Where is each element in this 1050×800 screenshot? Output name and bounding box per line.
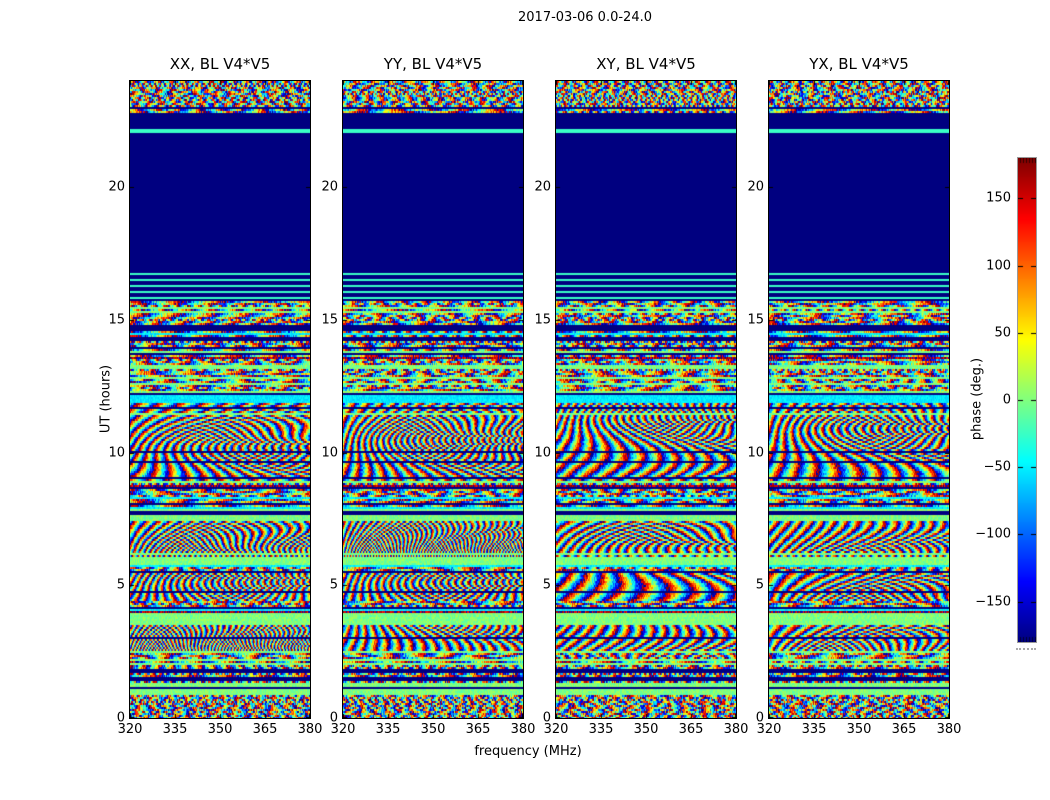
panel-title: YY, BL V4*V5 bbox=[383, 55, 483, 73]
x-tick-label: 335 bbox=[162, 722, 188, 737]
x-tick-label: 350 bbox=[633, 722, 659, 737]
colorbar-tick-label: −50 bbox=[983, 459, 1011, 475]
x-tick-label: 365 bbox=[891, 722, 917, 737]
x-tick-label: 350 bbox=[420, 722, 446, 737]
panel-yx: YX, BL V4*V5 320 335 350 365 380 0 5 10 15 20 bbox=[747, 55, 961, 737]
y-tick-label: 0 bbox=[116, 710, 125, 726]
colorbar-dots-decoration bbox=[1016, 648, 1036, 650]
colorbar-tick-label: 100 bbox=[986, 258, 1011, 274]
x-axis-label: frequency (MHz) bbox=[474, 744, 582, 759]
x-tick-label: 380 bbox=[723, 722, 749, 737]
y-tick-label: 15 bbox=[747, 312, 764, 328]
colorbar-tick-label: −150 bbox=[975, 594, 1011, 610]
x-tick-label: 350 bbox=[846, 722, 872, 737]
panel-yy: YY, BL V4*V5 320 335 350 365 380 0 5 10 15 20 bbox=[321, 55, 535, 737]
figure-title: 2017-03-06 0.0-24.0 bbox=[518, 10, 652, 25]
x-tick-label: 365 bbox=[465, 722, 491, 737]
y-tick-label: 5 bbox=[542, 577, 551, 593]
panel-xy: XY, BL V4*V5 320 335 350 365 380 0 5 10 15 20 bbox=[534, 55, 748, 737]
x-tick-label: 350 bbox=[207, 722, 233, 737]
y-tick-label: 10 bbox=[321, 445, 338, 461]
x-tick-label: 365 bbox=[252, 722, 278, 737]
y-tick-label: 15 bbox=[321, 312, 338, 328]
panel-title: XY, BL V4*V5 bbox=[596, 55, 696, 73]
x-tick-label: 380 bbox=[936, 722, 962, 737]
y-tick-label: 5 bbox=[116, 577, 125, 593]
x-tick-label: 335 bbox=[375, 722, 401, 737]
colorbar-tick-label: 150 bbox=[986, 190, 1011, 206]
y-axis-label: UT (hours) bbox=[98, 364, 114, 434]
panel-title: XX, BL V4*V5 bbox=[169, 55, 271, 73]
colorbar-tick-label: 0 bbox=[1002, 392, 1011, 408]
y-tick-label: 20 bbox=[321, 179, 338, 195]
y-tick-label: 20 bbox=[747, 179, 764, 195]
y-tick-label: 0 bbox=[755, 710, 764, 726]
y-tick-label: 10 bbox=[747, 445, 764, 461]
y-tick-label: 0 bbox=[329, 710, 338, 726]
y-tick-label: 10 bbox=[108, 445, 125, 461]
y-tick-label: 20 bbox=[534, 179, 551, 195]
y-tick-label: 20 bbox=[108, 179, 125, 195]
y-tick-label: 5 bbox=[329, 577, 338, 593]
heatmap-canvas bbox=[555, 80, 737, 719]
colorbar-tick-label: −100 bbox=[975, 526, 1011, 542]
x-tick-label: 380 bbox=[510, 722, 536, 737]
y-tick-label: 0 bbox=[542, 710, 551, 726]
y-tick-label: 15 bbox=[108, 312, 125, 328]
colorbar-tick-label: 50 bbox=[994, 325, 1011, 341]
colorbar-canvas bbox=[1017, 157, 1037, 643]
y-tick-label: 5 bbox=[755, 577, 764, 593]
x-tick-label: 335 bbox=[588, 722, 614, 737]
heatmap-canvas bbox=[342, 80, 524, 719]
x-tick-label: 365 bbox=[678, 722, 704, 737]
panel-xx: XX, BL V4*V5 320 335 350 365 380 0 5 10 15 20 bbox=[108, 55, 322, 737]
heatmap-canvas bbox=[129, 80, 311, 719]
heatmap-canvas bbox=[768, 80, 950, 719]
y-tick-label: 15 bbox=[534, 312, 551, 328]
colorbar: phase (deg.) 150 100 50 0 −50 −100 −150 bbox=[970, 157, 1037, 650]
x-tick-label: 335 bbox=[801, 722, 827, 737]
y-tick-label: 10 bbox=[534, 445, 551, 461]
panel-title: YX, BL V4*V5 bbox=[809, 55, 909, 73]
figure: 2017-03-06 0.0-24.0 UT (hours) frequency… bbox=[0, 0, 1050, 800]
x-tick-label: 380 bbox=[297, 722, 323, 737]
